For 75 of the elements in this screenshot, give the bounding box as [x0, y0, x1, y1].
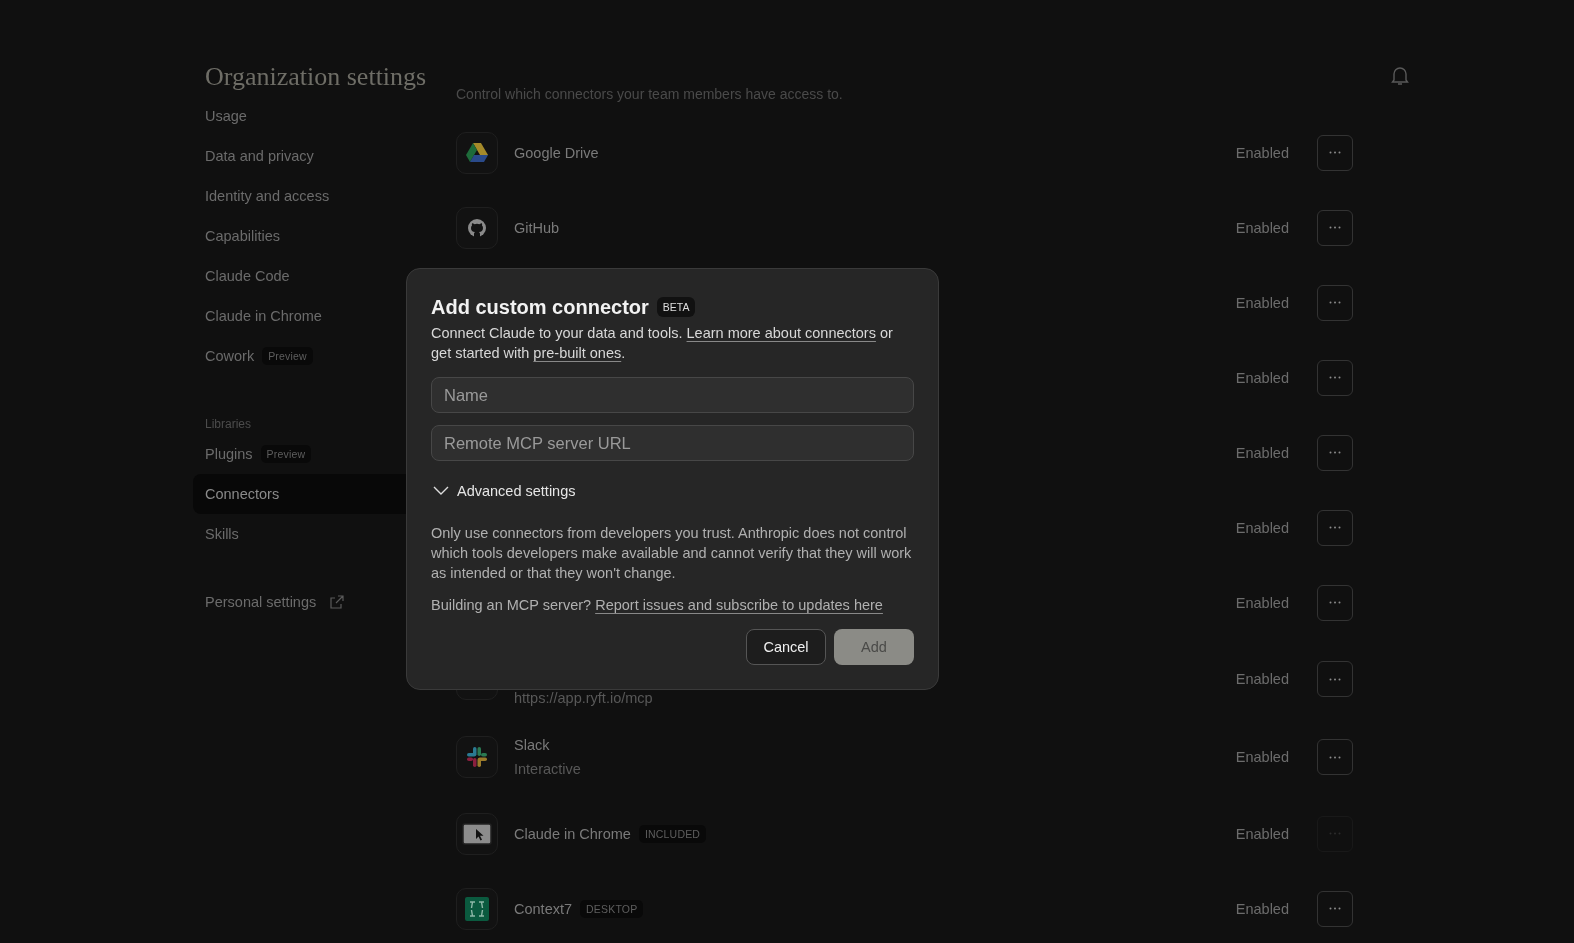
sidebar-item[interactable]: Identity and access [193, 176, 448, 216]
more-icon [1329, 526, 1341, 529]
status-label: Enabled [1235, 900, 1289, 917]
hash-logo-icon [465, 745, 489, 769]
sidebar-item-label: Capabilities [205, 228, 280, 244]
more-icon [1329, 601, 1341, 604]
connector-tag: INCLUDED [638, 824, 707, 843]
more-button[interactable] [1317, 284, 1353, 321]
more-button[interactable] [1317, 359, 1353, 396]
sidebar-item-label: Connectors [205, 486, 280, 502]
section-description: Control which connectors your team members have access to. [456, 85, 844, 103]
more-button[interactable] [1317, 661, 1353, 697]
connector-name: Slack [514, 737, 550, 753]
sidebar-item[interactable]: Capabilities [193, 216, 448, 256]
more-button[interactable] [1317, 434, 1353, 471]
drive-logo-icon [466, 142, 488, 163]
more-button[interactable] [1317, 584, 1353, 621]
connector-name: GitHub [514, 219, 560, 236]
browser-cursor-icon [462, 821, 492, 846]
connector-name: Context7 [514, 900, 573, 917]
link-label: Personal settings [205, 594, 317, 610]
dialog-title: Add custom connector [431, 295, 649, 319]
sidebar-item-label: Data and privacy [205, 148, 314, 164]
sidebar-item-label: Plugins [205, 446, 253, 462]
connector-name: Claude in Chrome [514, 825, 631, 842]
more-icon [1329, 301, 1341, 304]
more-icon [1329, 151, 1341, 154]
connector-subtitle: https://app.ryft.io/mcp [514, 690, 654, 706]
more-icon [1329, 376, 1341, 379]
sidebar-item-label: Cowork [205, 348, 255, 364]
notification-bell-icon[interactable] [1391, 66, 1409, 86]
sidebar-item[interactable]: Usage [193, 96, 448, 136]
page-title: Organization settings [205, 61, 428, 93]
trust-warning: Only use connectors from developers you trust. Anthropic does not control which tools developers make available and cannot verify that they will work as intended or that they won't change. [431, 524, 913, 583]
cancel-button[interactable]: Cancel [746, 629, 826, 665]
section-label: Libraries [204, 416, 253, 433]
status-label: Enabled [1235, 671, 1289, 687]
connector-subtitle: Interactive [514, 761, 582, 777]
status-label: Enabled [1235, 749, 1289, 765]
text-input[interactable]: Remote MCP server URL [431, 425, 914, 461]
preview-tag: Preview [260, 445, 312, 463]
more-button[interactable] [1317, 134, 1353, 171]
more-icon [1329, 907, 1341, 910]
sidebar-item-label: Usage [205, 108, 247, 124]
status-label: Enabled [1235, 219, 1289, 236]
more-button[interactable] [1317, 509, 1353, 546]
learn-more-link[interactable]: Learn more about connectors [686, 325, 876, 341]
more-button[interactable] [1317, 209, 1353, 246]
dialog-intro: Connect Claude to your data and tools. Learn more about connectors or get started with pre-built ones. [431, 324, 894, 363]
text-input[interactable]: Name [431, 377, 914, 413]
cat-logo-icon [467, 217, 487, 238]
more-icon [1329, 451, 1341, 454]
building-note: Building an MCP server? Report issues and subscribe to updates here [431, 596, 884, 615]
connector-name: Google Drive [514, 144, 599, 161]
status-label: Enabled [1235, 519, 1289, 536]
preview-tag: Preview [262, 347, 313, 365]
brackets-logo-icon [465, 896, 489, 921]
more-button[interactable] [1317, 739, 1353, 775]
sidebar-item-label: Identity and access [205, 188, 330, 204]
beta-tag: BETA [656, 297, 696, 317]
status-label: Enabled [1235, 825, 1289, 842]
more-icon [1329, 226, 1341, 229]
connector-tag: DESKTOP [580, 899, 644, 918]
status-label: Enabled [1235, 444, 1289, 461]
sidebar-item-label: Claude Code [205, 268, 290, 284]
external-link-icon [330, 595, 345, 609]
more-icon [1329, 755, 1341, 759]
more-button[interactable] [1317, 890, 1353, 927]
status-label: Enabled [1235, 369, 1289, 386]
status-label: Enabled [1235, 594, 1289, 611]
more-icon [1329, 677, 1341, 681]
status-label: Enabled [1235, 294, 1289, 311]
sidebar-item[interactable]: Data and privacy [193, 136, 448, 176]
report-issues-link[interactable]: Report issues and subscribe to updates here [595, 597, 883, 613]
status-label: Enabled [1235, 144, 1289, 161]
